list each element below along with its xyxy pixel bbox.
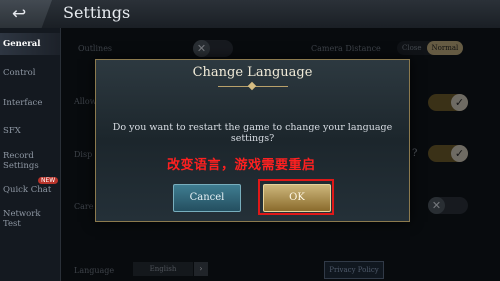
dialog-message: Do you want to restart the game to chang… [112,122,393,144]
sidebar-item-control[interactable]: Control [0,68,60,78]
top-bar: ↩ Settings [0,0,500,29]
sidebar-item-sfx[interactable]: SFX [0,126,60,136]
ok-button[interactable]: OK [263,184,331,212]
sidebar: General Control Interface SFX Record Set… [0,28,61,281]
back-button[interactable]: ↩ [0,0,52,28]
ornament-icon [247,81,257,91]
annotation-text: 改变语言，游戏需要重启 [167,158,316,173]
cancel-button[interactable]: Cancel [173,184,241,212]
sidebar-item-general[interactable]: General [0,33,60,55]
sidebar-item-record-settings[interactable]: Record Settings [0,151,39,171]
change-language-dialog: Change Language Do you want to restart t… [95,59,410,222]
back-arrow-icon: ↩ [12,4,27,24]
page-title: Settings [63,3,131,22]
dialog-title: Change Language [192,65,313,80]
sidebar-item-quick-chat[interactable]: Quick Chat [0,185,60,195]
new-badge: NEW [38,177,59,184]
sidebar-item-network-test[interactable]: Network Test [0,209,41,229]
sidebar-item-interface[interactable]: Interface [0,98,60,108]
